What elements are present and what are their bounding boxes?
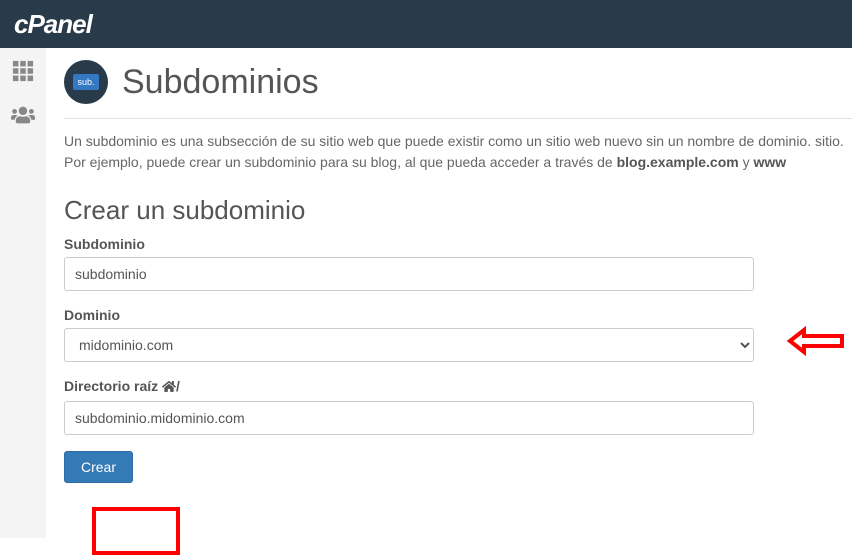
apps-grid-icon[interactable] [12,60,34,87]
sidebar [0,48,46,538]
create-button[interactable]: Crear [64,451,133,483]
page-title: Subdominios [122,63,319,102]
annotation-highlight-box [92,507,180,555]
description-example-2: www [754,154,787,170]
subdomain-label: Subdominio [64,236,852,252]
create-subdomain-heading: Crear un subdominio [64,195,852,226]
root-directory-label: Directorio raíz / [64,378,852,396]
home-icon [162,380,176,396]
subdomain-input[interactable] [64,257,754,291]
description-example-1: blog.example.com [617,154,739,170]
root-directory-input[interactable] [64,401,754,435]
domain-label: Dominio [64,307,852,323]
topbar: cPanel [0,0,852,48]
users-icon[interactable] [11,105,35,130]
page-description: Un subdominio es una subsección de su si… [64,131,852,173]
divider [64,118,852,119]
brand-logo: cPanel [14,9,92,40]
domain-select[interactable]: midominio.com [64,328,754,362]
annotation-arrow-icon [786,326,846,361]
main-content: sub. Subdominios Un subdominio es una su… [46,48,852,538]
page-badge-label: sub. [73,74,99,90]
page-badge-icon: sub. [64,60,108,104]
